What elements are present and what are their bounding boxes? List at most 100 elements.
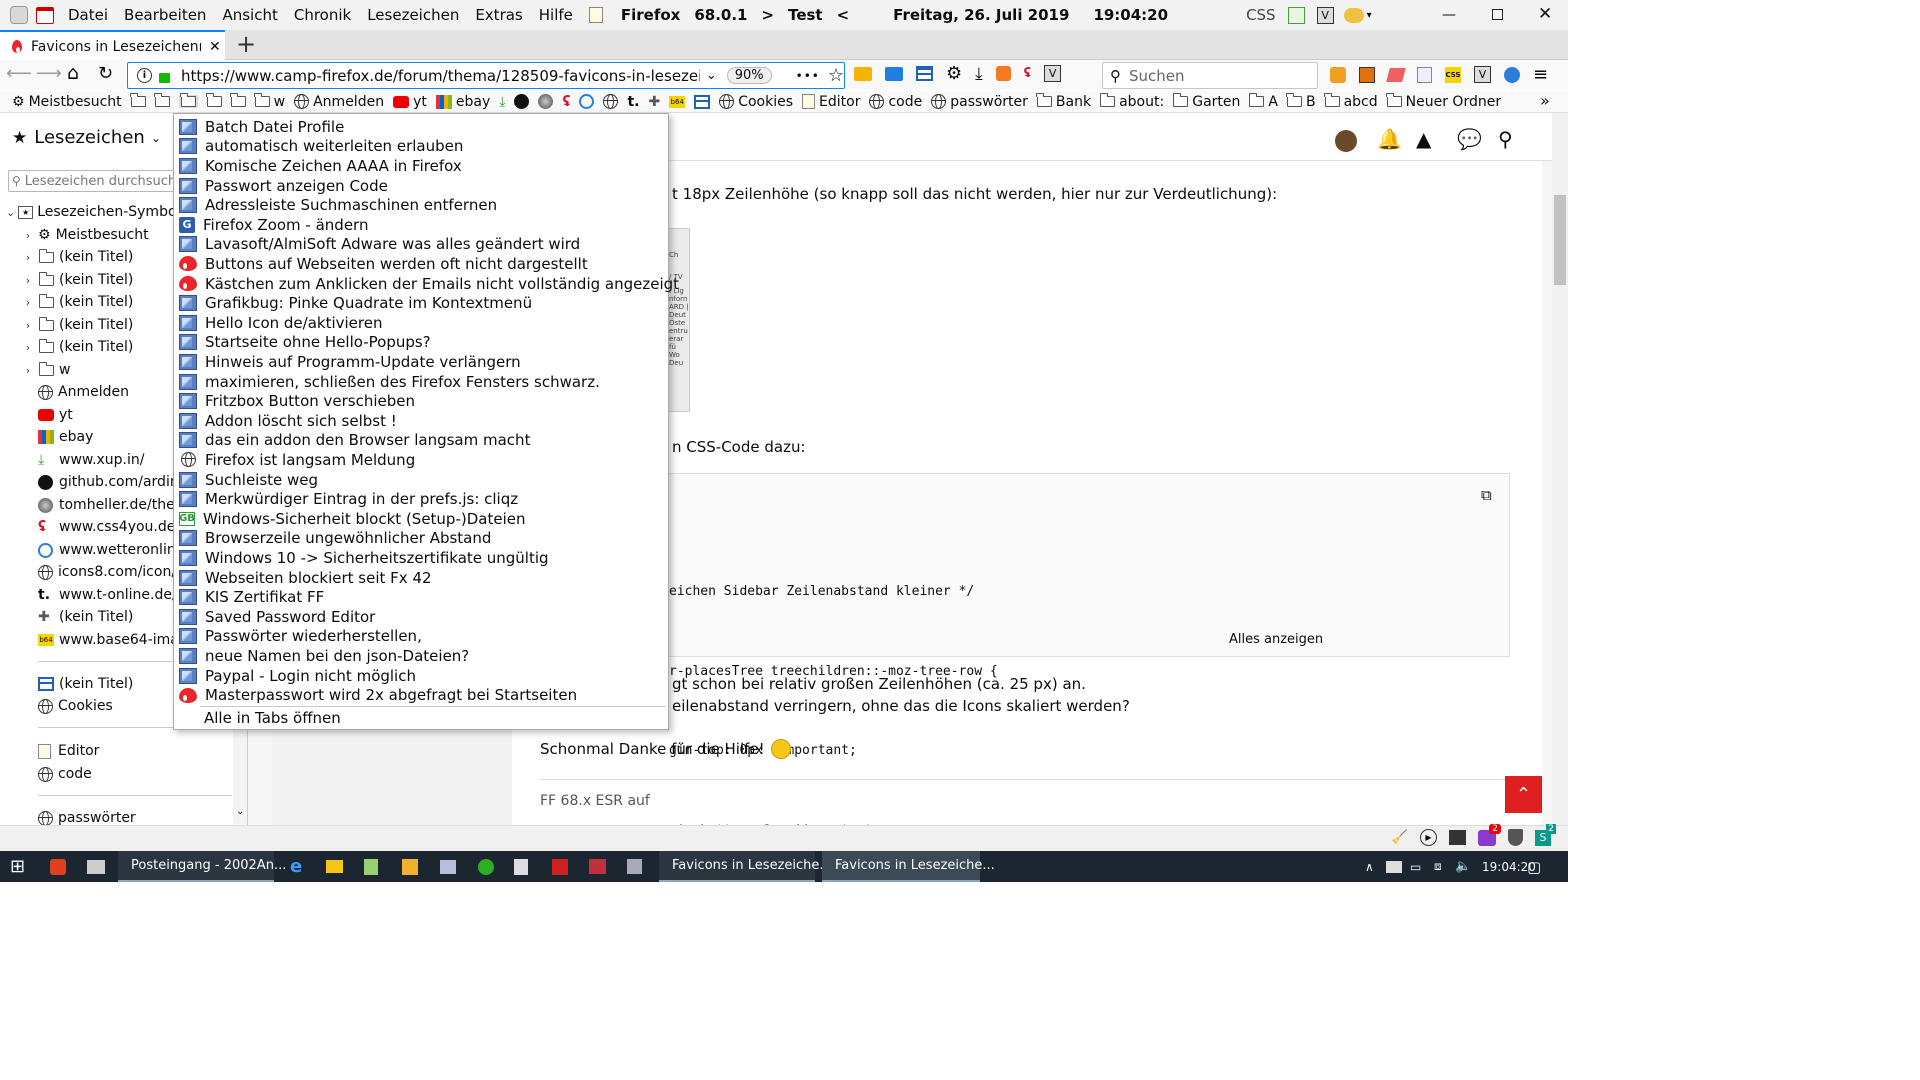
shield-icon[interactable]: [1508, 829, 1523, 846]
menu-item[interactable]: Merkwürdiger Eintrag in der prefs.js: cl…: [175, 489, 667, 509]
network-icon[interactable]: ⧈: [1434, 851, 1442, 882]
taskbar-firefox-1[interactable]: Favicons in Lesezeiche...: [659, 851, 832, 882]
s-addon-icon[interactable]: S2: [1535, 823, 1556, 846]
bm-ebay[interactable]: ebay: [435, 94, 490, 110]
twisty-closed-icon[interactable]: ›: [22, 364, 34, 377]
twisty-closed-icon[interactable]: ›: [22, 251, 34, 264]
taskbar-app-icon[interactable]: [552, 851, 568, 882]
menu-item[interactable]: Firefox ist langsam Meldung: [175, 450, 667, 470]
menu-hilfe[interactable]: Hilfe: [539, 6, 573, 24]
menu-item[interactable]: Komische Zeichen AAAA in Firefox: [175, 156, 667, 176]
minimize-icon[interactable]: —: [1442, 7, 1456, 23]
menu-item[interactable]: Fritzbox Button verschieben: [175, 391, 667, 411]
bell-icon[interactable]: 🔔: [1377, 127, 1402, 151]
bm-abcd[interactable]: abcd: [1324, 93, 1378, 110]
bm-cookies[interactable]: Cookies: [719, 94, 793, 110]
menu-item[interactable]: Passwort anzeigen Code: [175, 176, 667, 196]
open-all-in-tabs[interactable]: Alle in Tabs öffnen: [175, 708, 667, 728]
menu-item[interactable]: das ein addon den Browser langsam macht: [175, 431, 667, 451]
chevron-overflow-icon[interactable]: »: [1540, 91, 1550, 110]
addons-icon[interactable]: 2: [1478, 823, 1501, 846]
checklist-icon[interactable]: [1287, 6, 1305, 24]
page-actions-icon[interactable]: •••: [796, 69, 820, 83]
taskbar-app-icon[interactable]: [589, 851, 606, 882]
taskbar-app-icon[interactable]: [87, 851, 105, 882]
menu-item[interactable]: Hinweis auf Programm-Update verlängern: [175, 352, 667, 372]
sidebar-icon[interactable]: [916, 66, 933, 81]
hamburger-menu-icon[interactable]: ≡: [1533, 64, 1548, 85]
zoom-level[interactable]: 90%: [726, 67, 772, 84]
tree-item[interactable]: code: [38, 763, 214, 785]
taskbar-app-icon[interactable]: [627, 851, 642, 882]
taskbar-app-icon[interactable]: [440, 851, 456, 882]
clapperboard-icon[interactable]: [1449, 830, 1466, 845]
battery-icon[interactable]: ▭: [1410, 851, 1421, 882]
avatar[interactable]: [1335, 130, 1357, 152]
menu-item[interactable]: Masterpasswort wird 2x abgefragt bei Sta…: [175, 685, 667, 705]
tree-item[interactable]: passwörter: [38, 807, 214, 825]
chevron-down-icon[interactable]: ▾: [1367, 10, 1372, 21]
url-text[interactable]: https://www.camp-firefox.de/forum/thema/…: [181, 67, 700, 85]
maximize-icon[interactable]: [1492, 9, 1503, 20]
menu-item[interactable]: Suchleiste weg: [175, 470, 667, 490]
tree-item[interactable]: › w: [22, 359, 198, 381]
search-icon[interactable]: ⚲: [1498, 127, 1513, 151]
menu-item[interactable]: Buttons auf Webseiten werden oft nicht d…: [175, 254, 667, 274]
menu-item[interactable]: Kästchen zum Anklicken der Emails nicht …: [175, 274, 679, 294]
menu-item[interactable]: Paypal - Login nicht möglich: [175, 666, 667, 686]
css-addon-icon[interactable]: CSS: [1445, 66, 1461, 83]
bm-xup[interactable]: ⤓: [499, 94, 505, 110]
tree-item[interactable]: › (kein Titel): [22, 314, 198, 336]
v-icon[interactable]: V: [1474, 66, 1491, 83]
menu-lesezeichen[interactable]: Lesezeichen: [367, 6, 459, 24]
taskbar-app-icon[interactable]: [402, 851, 418, 882]
bm-tomheller[interactable]: [538, 94, 554, 109]
menu-item[interactable]: Startseite ohne Hello-Popups?: [175, 333, 667, 353]
tree-item[interactable]: Editor: [38, 740, 214, 762]
tree-item[interactable]: › ⚙ Meistbesucht: [22, 224, 198, 246]
url-dropdown-icon[interactable]: ⌄: [706, 68, 717, 83]
tree-item[interactable]: › (kein Titel): [22, 291, 198, 313]
bm-anmelden[interactable]: Anmelden: [294, 94, 384, 110]
notepad-icon[interactable]: [588, 7, 603, 23]
v-icon[interactable]: V: [1044, 65, 1062, 82]
twisty-closed-icon[interactable]: ›: [22, 274, 34, 287]
edge-icon[interactable]: e: [290, 851, 302, 882]
gear-icon[interactable]: ⚙: [946, 63, 962, 84]
bm-github[interactable]: [514, 94, 530, 109]
twisty-closed-icon[interactable]: ›: [22, 341, 34, 354]
weather-cloud-icon[interactable]: [1343, 7, 1364, 23]
notepad-taskbar-icon[interactable]: [364, 851, 378, 882]
bm-passwoerter[interactable]: passwörter: [931, 94, 1028, 110]
menu-item[interactable]: Browserzeile ungewöhnlicher Abstand: [175, 529, 667, 549]
bm-neuer-ordner[interactable]: Neuer Ordner: [1386, 93, 1501, 110]
taskbar-app-icon[interactable]: [50, 851, 66, 882]
bm-t-online[interactable]: t.: [627, 94, 639, 110]
menu-item[interactable]: Saved Password Editor: [175, 607, 667, 627]
scrollbar-thumb[interactable]: [1554, 195, 1566, 285]
tree-item[interactable]: › (kein Titel): [22, 246, 198, 268]
menu-item[interactable]: Batch Datei Profile: [175, 117, 667, 137]
play-circle-icon[interactable]: ▶: [1420, 829, 1437, 846]
bm-a[interactable]: A: [1248, 93, 1278, 110]
menu-item[interactable]: maximieren, schließen des Firefox Fenste…: [175, 372, 667, 392]
notification-icon[interactable]: ▢: [1527, 851, 1541, 882]
sync-icon[interactable]: [1504, 66, 1520, 83]
warning-icon[interactable]: ▲: [1416, 127, 1431, 151]
bm-editor[interactable]: Editor: [802, 94, 860, 110]
url-bar[interactable]: i https://www.camp-firefox.de/forum/them…: [127, 62, 845, 89]
bm-base64[interactable]: b64: [669, 95, 686, 108]
tree-item[interactable]: › (kein Titel): [22, 269, 198, 291]
bm-about[interactable]: about:: [1099, 93, 1164, 110]
download-arrow-icon[interactable]: ⤓: [975, 64, 983, 84]
tree-item-toolbar[interactable]: ⌄★Lesezeichen-Symbolleiste: [6, 201, 176, 223]
bm-css4you[interactable]: ʢ: [562, 94, 570, 110]
tray-chevron-icon[interactable]: ∧: [1365, 851, 1374, 882]
eraser-icon[interactable]: [1386, 67, 1406, 82]
chat-icon[interactable]: 💬: [1457, 127, 1482, 151]
bookmark-star-icon[interactable]: ☆: [828, 65, 844, 86]
addon-search-icon[interactable]: [1359, 66, 1375, 83]
bm-yt[interactable]: yt: [393, 94, 427, 110]
orange-addon-icon[interactable]: [995, 66, 1011, 81]
bm-folder-w[interactable]: w: [254, 93, 285, 110]
